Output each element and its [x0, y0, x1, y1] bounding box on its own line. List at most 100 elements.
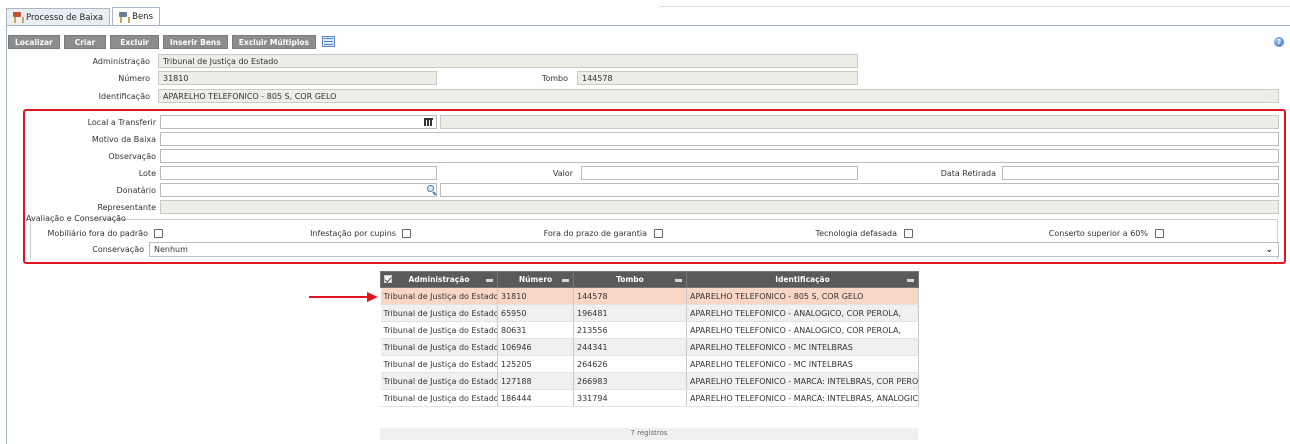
- local-description-field: [440, 115, 1279, 129]
- cell-administracao: Tribunal de Justiça do Estado: [380, 389, 498, 407]
- numero-label: Número: [118, 74, 150, 83]
- cell-numero: 186444: [497, 389, 574, 407]
- criar-button[interactable]: Criar: [63, 35, 107, 49]
- table-footer: 7 registros: [380, 428, 918, 440]
- table-row[interactable]: Tribunal de Justiça do Estado 125205 264…: [380, 355, 919, 373]
- cell-numero: 31810: [497, 287, 574, 305]
- red-arrow-head: [367, 292, 378, 302]
- search-icon[interactable]: [427, 185, 436, 194]
- cell-identificacao: APARELHO TELEFONICO - 805 S, COR GELO: [686, 287, 919, 305]
- sort-icon[interactable]: [675, 279, 682, 282]
- cell-administracao: Tribunal de Justiça do Estado: [380, 304, 498, 322]
- avaliacao-legend: Avaliação e Conservação: [26, 214, 126, 223]
- infestacao-label: Infestação por cupins: [310, 229, 396, 238]
- help-icon[interactable]: ?: [1274, 37, 1284, 47]
- table-row[interactable]: Tribunal de Justiça do Estado 31810 1445…: [380, 287, 919, 305]
- building-icon[interactable]: [424, 118, 433, 126]
- tecnologia-label: Tecnologia defasada: [815, 229, 897, 238]
- bens-table: Administração Número Tombo Identificação…: [380, 271, 919, 407]
- excluir-multiplos-button[interactable]: Excluir Múltiplos: [231, 35, 317, 49]
- lote-input[interactable]: [160, 166, 437, 180]
- conservacao-selected-value: Nenhum: [154, 245, 188, 254]
- donatario-description-input[interactable]: [440, 183, 1279, 197]
- infestacao-checkbox[interactable]: [402, 229, 411, 238]
- document-icon: [118, 11, 131, 23]
- table-row[interactable]: Tribunal de Justiça do Estado 127188 266…: [380, 372, 919, 390]
- conserto-label: Conserto superior a 60%: [1048, 229, 1148, 238]
- numero-field: 31810: [158, 71, 437, 85]
- localizar-button[interactable]: Localizar: [8, 35, 60, 49]
- cell-numero: 125205: [497, 355, 574, 373]
- cell-identificacao: APARELHO TELEFONICO - ANALOGICO, COR PER…: [686, 304, 919, 322]
- red-arrow-line: [309, 296, 371, 298]
- cell-administracao: Tribunal de Justiça do Estado: [380, 287, 498, 305]
- tab-bens[interactable]: Bens: [112, 7, 161, 26]
- column-header-label: Administração: [408, 275, 470, 284]
- sort-icon[interactable]: [562, 279, 569, 282]
- column-header-tombo[interactable]: Tombo: [573, 271, 687, 288]
- cell-tombo: 266983: [573, 372, 687, 390]
- table-row[interactable]: Tribunal de Justiça do Estado 106946 244…: [380, 338, 919, 356]
- tab-bar: Processo de Baixa Bens: [6, 7, 162, 26]
- cell-identificacao: APARELHO TELEFONICO - MC INTELBRAS: [686, 338, 919, 356]
- table-row[interactable]: Tribunal de Justiça do Estado 65950 1964…: [380, 304, 919, 322]
- tecnologia-checkbox[interactable]: [904, 229, 913, 238]
- fieldset-border-left: [30, 219, 31, 259]
- donatario-input[interactable]: [160, 183, 437, 197]
- valor-input[interactable]: [581, 166, 858, 180]
- cell-identificacao: APARELHO TELEFONICO - MARCA: INTELBRAS, …: [686, 389, 919, 407]
- column-header-label: Número: [518, 275, 553, 284]
- local-input[interactable]: [160, 115, 437, 129]
- cell-tombo: 331794: [573, 389, 687, 407]
- cell-administracao: Tribunal de Justiça do Estado: [380, 355, 498, 373]
- conservacao-label: Conservação: [92, 245, 144, 254]
- data-retirada-label: Data Retirada: [940, 169, 996, 178]
- administracao-label: Administração: [92, 57, 150, 66]
- cell-administracao: Tribunal de Justiça do Estado: [380, 338, 498, 356]
- document-icon: [12, 12, 24, 23]
- cell-numero: 106946: [497, 338, 574, 356]
- data-retirada-input[interactable]: [1002, 166, 1279, 180]
- toolbar: Localizar Criar Excluir Inserir Bens Exc…: [8, 35, 336, 49]
- valor-label: Valor: [552, 169, 573, 178]
- sort-icon[interactable]: [907, 279, 914, 282]
- observacao-input[interactable]: [160, 149, 1279, 163]
- top-divider: [660, 6, 1290, 7]
- grid-view-icon[interactable]: [322, 36, 336, 47]
- cell-tombo: 144578: [573, 287, 687, 305]
- cell-numero: 65950: [497, 304, 574, 322]
- fora-prazo-checkbox[interactable]: [654, 229, 663, 238]
- mobiliario-label: Mobiliário fora do padrão: [47, 229, 149, 238]
- mobiliario-checkbox[interactable]: [154, 229, 163, 238]
- select-all-checkbox[interactable]: [384, 275, 392, 283]
- tombo-label: Tombo: [541, 74, 568, 83]
- table-row[interactable]: Tribunal de Justiça do Estado 186444 331…: [380, 389, 919, 407]
- tab-label: Bens: [132, 12, 154, 22]
- cell-tombo: 213556: [573, 321, 687, 339]
- cell-identificacao: APARELHO TELEFONICO - MC INTELBRAS: [686, 355, 919, 373]
- column-header-numero[interactable]: Número: [497, 271, 574, 288]
- identificacao-field: APARELHO TELEFONICO - 805 S, COR GELO: [158, 89, 1279, 103]
- sort-icon[interactable]: [486, 279, 493, 282]
- motivo-input[interactable]: [160, 132, 1279, 146]
- cell-tombo: 196481: [573, 304, 687, 322]
- column-header-administracao[interactable]: Administração: [380, 271, 498, 288]
- cell-administracao: Tribunal de Justiça do Estado: [380, 321, 498, 339]
- tombo-field: 144578: [577, 71, 858, 85]
- inserir-bens-button[interactable]: Inserir Bens: [162, 35, 228, 49]
- fieldset-border-top: [98, 219, 1278, 220]
- column-header-identificacao[interactable]: Identificação: [686, 271, 919, 288]
- table-row[interactable]: Tribunal de Justiça do Estado 80631 2135…: [380, 321, 919, 339]
- cell-tombo: 264626: [573, 355, 687, 373]
- column-header-label: Identificação: [775, 275, 830, 284]
- cell-identificacao: APARELHO TELEFONICO - MARCA: INTELBRAS, …: [686, 372, 919, 390]
- conservacao-select[interactable]: Nenhum ⌄: [149, 242, 1279, 257]
- cell-identificacao: APARELHO TELEFONICO - ANALOGICO, COR PER…: [686, 321, 919, 339]
- administracao-field: Tribunal de Justiça do Estado: [158, 54, 858, 68]
- tab-label: Processo de Baixa: [26, 12, 104, 23]
- excluir-button[interactable]: Excluir: [110, 35, 159, 49]
- conserto-checkbox[interactable]: [1155, 229, 1164, 238]
- tab-processo-de-baixa[interactable]: Processo de Baixa: [6, 8, 111, 26]
- column-header-label: Tombo: [616, 275, 644, 284]
- chevron-down-icon: ⌄: [1265, 245, 1273, 255]
